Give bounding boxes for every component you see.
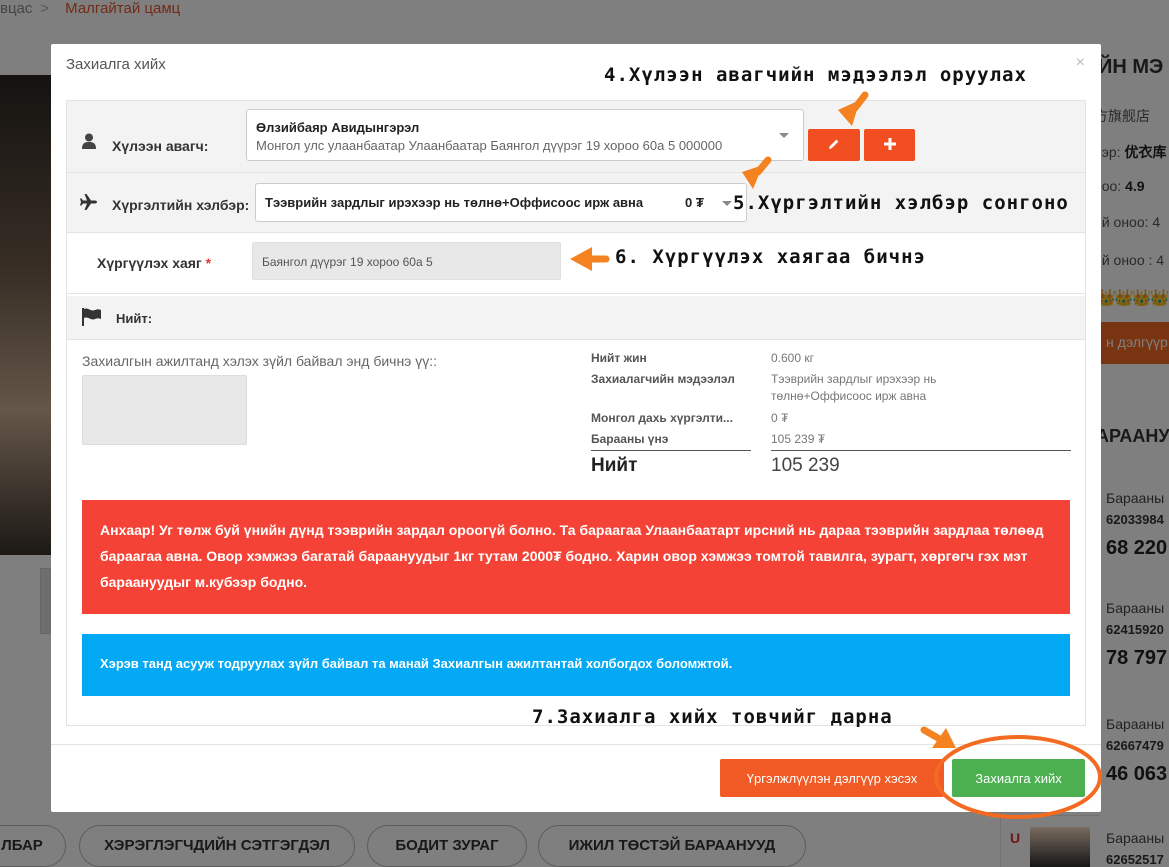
annotation-arrows [570,91,1102,819]
arrow-icon [570,247,610,271]
highlight-circle [934,735,1102,819]
arrow-icon [920,726,956,748]
arrow-icon [742,156,772,189]
arrow-icon [838,91,869,126]
